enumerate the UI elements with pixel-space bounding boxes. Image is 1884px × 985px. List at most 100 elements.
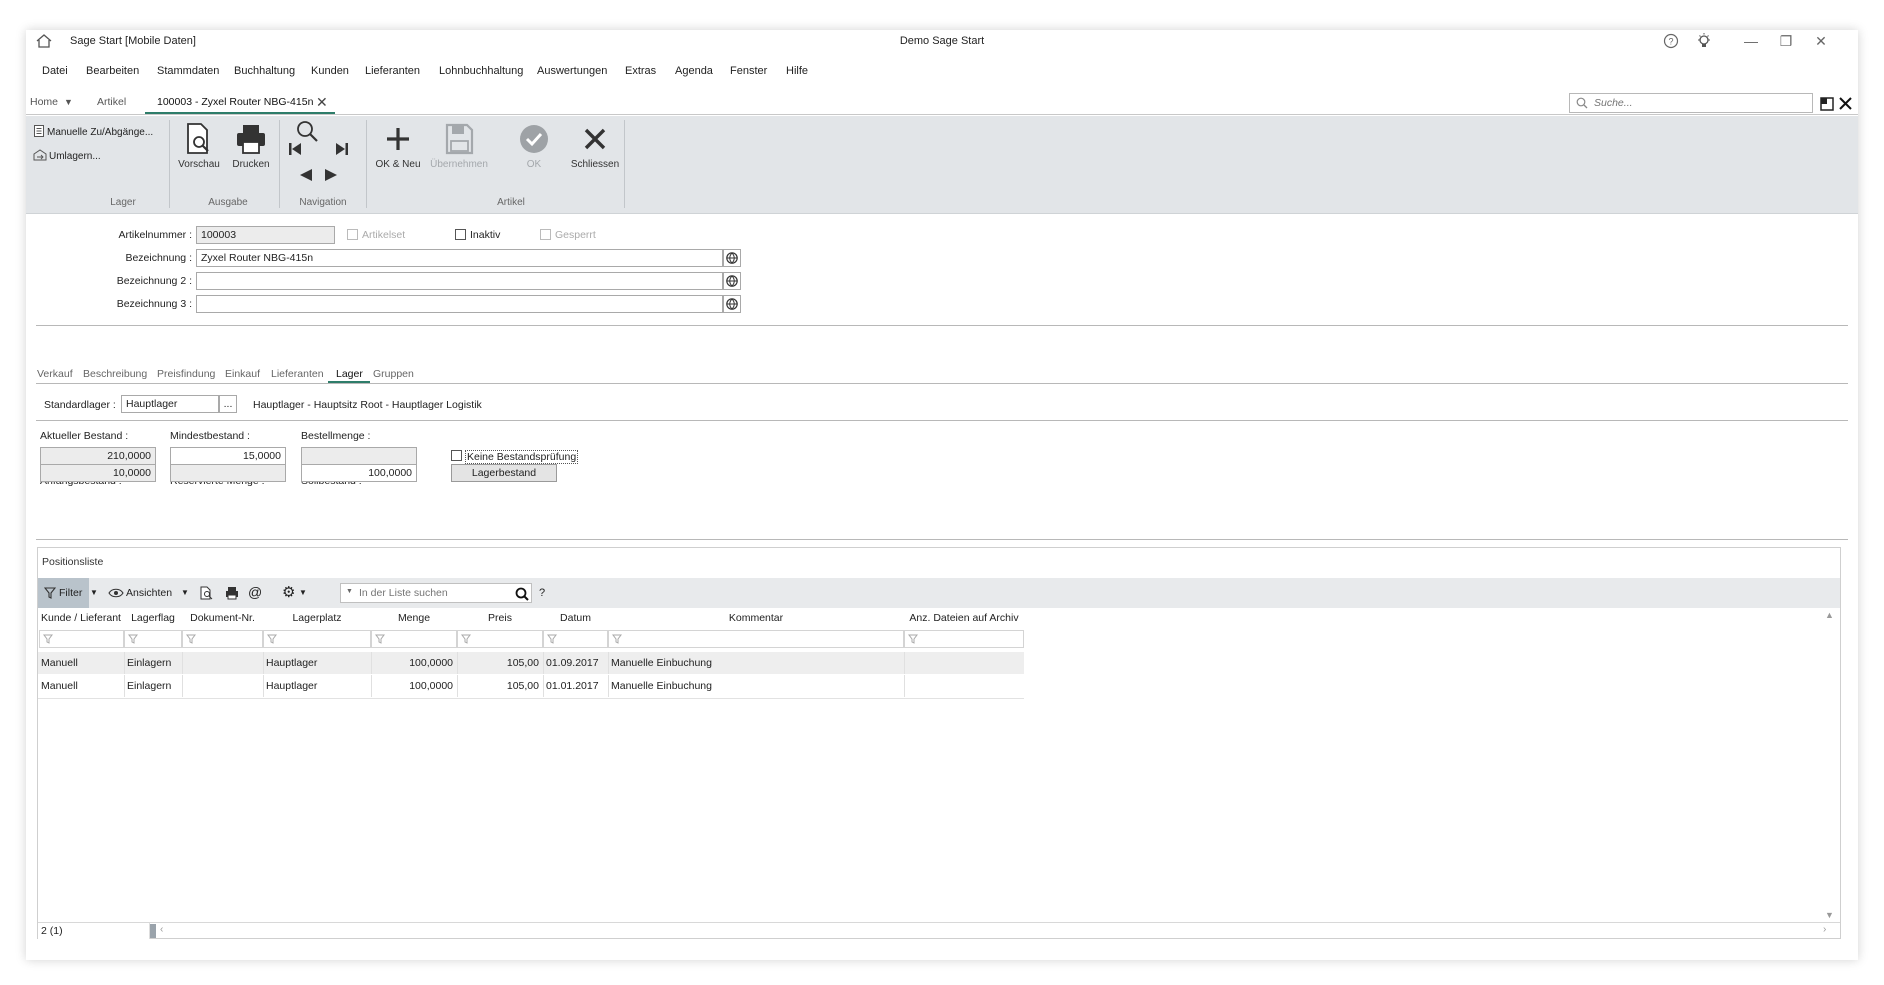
column-header-kommentar[interactable]: Kommentar <box>608 612 904 624</box>
tab-artikel[interactable]: Artikel <box>97 96 126 108</box>
menu-extras[interactable]: Extras <box>625 65 656 77</box>
global-search-input[interactable] <box>1594 94 1804 112</box>
close-pane-icon[interactable] <box>1839 97 1852 110</box>
chevron-down-icon[interactable]: ▼ <box>299 588 307 597</box>
menu-buchhaltung[interactable]: Buchhaltung <box>234 65 295 77</box>
column-header-anz-dateien[interactable]: Anz. Dateien auf Archiv <box>904 612 1024 624</box>
bestellmenge-field[interactable] <box>301 447 417 465</box>
column-header-menge[interactable]: Menge <box>371 612 457 624</box>
maximize-button[interactable]: ❐ <box>1775 32 1797 50</box>
inaktiv-checkbox[interactable] <box>455 229 466 240</box>
ok-and-new-button[interactable]: OK & Neu <box>370 122 426 170</box>
translate-bezeichnung3-button[interactable] <box>723 295 741 313</box>
chevron-down-icon[interactable]: ▼ <box>346 588 353 595</box>
menu-datei[interactable]: Datei <box>42 65 68 77</box>
subtab-lieferanten[interactable]: Lieferanten <box>271 368 324 380</box>
column-header-kunde[interactable]: Kunde / Lieferant <box>38 612 124 624</box>
first-record-icon[interactable] <box>288 142 302 156</box>
keine-bestandspruefung-checkbox[interactable] <box>451 450 462 461</box>
lightbulb-icon[interactable] <box>1696 32 1712 50</box>
last-record-icon[interactable] <box>335 142 349 156</box>
help-icon[interactable]: ? <box>1663 33 1679 49</box>
preview-icon[interactable] <box>200 586 213 600</box>
tab-current-article[interactable]: 100003 - Zyxel Router NBG-415n <box>157 96 313 108</box>
translate-bezeichnung2-button[interactable] <box>723 272 741 290</box>
list-search-box[interactable]: ▼ <box>340 583 532 603</box>
standardlager-field[interactable]: Hauptlager <box>121 395 219 413</box>
email-icon[interactable]: @ <box>248 584 262 600</box>
chevron-down-icon[interactable]: ▼ <box>64 97 73 107</box>
menu-lohnbuchhaltung[interactable]: Lohnbuchhaltung <box>439 65 523 77</box>
gesperrt-checkbox[interactable] <box>540 229 551 240</box>
column-header-preis[interactable]: Preis <box>457 612 543 624</box>
search-icon[interactable] <box>515 587 529 601</box>
close-article-button[interactable]: Schliessen <box>566 122 624 170</box>
artikelset-checkbox[interactable] <box>347 229 358 240</box>
tab-home[interactable]: Home <box>30 96 58 108</box>
menu-hilfe[interactable]: Hilfe <box>786 65 808 77</box>
gear-icon[interactable]: ⚙ <box>282 583 295 601</box>
lagerbestand-button[interactable]: Lagerbestand <box>451 464 557 482</box>
print-button[interactable]: Drucken <box>228 122 274 170</box>
sollbestand-field[interactable]: 100,0000 <box>301 464 417 482</box>
scroll-right-icon[interactable]: › <box>1823 924 1826 935</box>
close-tab-icon[interactable]: ✕ <box>316 94 328 111</box>
translate-bezeichnung-button[interactable] <box>723 249 741 267</box>
filter-cell[interactable] <box>39 630 124 648</box>
previous-record-icon[interactable] <box>299 168 313 182</box>
global-search[interactable] <box>1569 93 1813 113</box>
restore-pane-icon[interactable] <box>1820 97 1834 111</box>
menu-fenster[interactable]: Fenster <box>730 65 767 77</box>
subtab-lager[interactable]: Lager <box>336 368 363 380</box>
subtab-gruppen[interactable]: Gruppen <box>373 368 414 380</box>
table-row[interactable]: Manuell Einlagern Hauptlager 100,0000 10… <box>38 675 1024 697</box>
menu-lieferanten[interactable]: Lieferanten <box>365 65 420 77</box>
preview-button[interactable]: Vorschau <box>176 122 222 170</box>
filter-cell[interactable] <box>263 630 371 648</box>
manual-adjust-button[interactable]: Manuelle Zu/Abgänge... <box>33 125 153 138</box>
apply-button[interactable]: Übernehmen <box>428 122 490 170</box>
menu-agenda[interactable]: Agenda <box>675 65 713 77</box>
next-record-icon[interactable] <box>324 168 338 182</box>
column-header-lagerflag[interactable]: Lagerflag <box>124 612 182 624</box>
minimize-button[interactable]: — <box>1740 32 1762 50</box>
column-header-datum[interactable]: Datum <box>543 612 608 624</box>
close-window-button[interactable]: ✕ <box>1810 32 1832 50</box>
standardlager-browse-button[interactable]: ... <box>219 395 237 413</box>
relocate-button[interactable]: Umlagern... <box>33 149 101 162</box>
filter-cell[interactable] <box>457 630 543 648</box>
filter-cell[interactable] <box>124 630 182 648</box>
horizontal-scroll-thumb[interactable] <box>150 924 156 938</box>
list-search-input[interactable] <box>359 585 509 601</box>
subtab-beschreibung[interactable]: Beschreibung <box>83 368 147 380</box>
column-header-dokument[interactable]: Dokument-Nr. <box>182 612 263 624</box>
column-header-lagerplatz[interactable]: Lagerplatz <box>263 612 371 624</box>
bezeichnung-field[interactable]: Zyxel Router NBG-415n <box>196 249 723 267</box>
ok-button[interactable]: OK <box>514 122 554 170</box>
filter-button[interactable]: Filter <box>38 578 89 608</box>
scroll-left-icon[interactable]: ‹ <box>160 924 163 935</box>
bezeichnung3-field[interactable] <box>196 295 723 313</box>
menu-kunden[interactable]: Kunden <box>311 65 349 77</box>
chevron-down-icon[interactable]: ▼ <box>181 588 189 597</box>
reservierte-menge-field[interactable] <box>170 464 286 482</box>
scroll-up-icon[interactable]: ▲ <box>1825 610 1834 620</box>
subtab-verkauf[interactable]: Verkauf <box>37 368 73 380</box>
filter-cell[interactable] <box>182 630 263 648</box>
list-help-button[interactable]: ? <box>539 587 545 599</box>
filter-cell[interactable] <box>904 630 1024 648</box>
subtab-preisfindung[interactable]: Preisfindung <box>157 368 215 380</box>
subtab-einkauf[interactable]: Einkauf <box>225 368 260 380</box>
aktueller-bestand-field[interactable]: 210,0000 <box>40 447 156 465</box>
menu-bearbeiten[interactable]: Bearbeiten <box>86 65 139 77</box>
chevron-down-icon[interactable]: ▼ <box>90 588 98 597</box>
mindestbestand-field[interactable]: 15,0000 <box>170 447 286 465</box>
menu-stammdaten[interactable]: Stammdaten <box>157 65 219 77</box>
views-button[interactable]: Ansichten <box>126 587 172 599</box>
scroll-down-icon[interactable]: ▼ <box>1825 910 1834 920</box>
table-row[interactable]: Manuell Einlagern Hauptlager 100,0000 10… <box>38 652 1024 674</box>
anfangsbestand-field[interactable]: 10,0000 <box>40 464 156 482</box>
printer-icon[interactable] <box>225 586 239 600</box>
bezeichnung2-field[interactable] <box>196 272 723 290</box>
filter-cell[interactable] <box>608 630 904 648</box>
